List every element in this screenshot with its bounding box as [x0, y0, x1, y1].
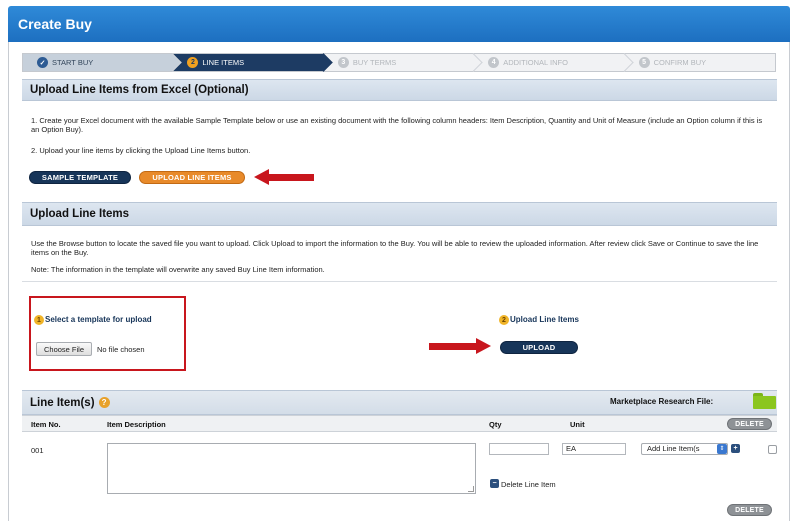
step-buy-terms[interactable]: 3 BUY TERMS — [323, 53, 483, 72]
help-icon[interactable]: ? — [98, 397, 110, 408]
choose-file-button[interactable]: Choose File — [36, 342, 92, 356]
item-number: 001 — [31, 446, 44, 455]
step-start-buy[interactable]: ✓ START BUY — [23, 53, 183, 72]
column-qty: Qty — [489, 420, 502, 429]
select-template-label: 1 Select a template for upload — [34, 315, 152, 325]
progress-steps: ✓ START BUY 2 LINE ITEMS 3 BUY TERMS 4 A… — [22, 53, 776, 72]
resize-grip-icon[interactable] — [468, 486, 474, 492]
unit-input[interactable]: EA — [562, 443, 626, 455]
instruction-1: 1. Create your Excel document with the a… — [31, 116, 763, 134]
select-template-highlight — [29, 296, 186, 371]
delete-button[interactable]: DELETE — [727, 418, 772, 430]
step-number-badge: 5 — [638, 57, 650, 68]
step-number-badge: 2 — [187, 57, 199, 68]
step-number-badge: 3 — [337, 57, 349, 68]
line-items-heading: Line Item(s) — [30, 396, 95, 409]
upload-button[interactable]: UPLOAD — [500, 341, 578, 354]
step-label: ADDITIONAL INFO — [503, 58, 568, 67]
step-label: LINE ITEMS — [202, 58, 245, 67]
red-arrow-icon — [429, 338, 491, 355]
column-item-description: Item Description — [107, 420, 166, 429]
delete-line-item-link[interactable]: Delete Line Item — [501, 480, 556, 489]
upload-note: Note: The information in the template wi… — [31, 265, 325, 274]
step-label: CONFIRM BUY — [653, 58, 707, 67]
row-checkbox[interactable] — [768, 445, 777, 454]
step-additional-info[interactable]: 4 ADDITIONAL INFO — [474, 53, 634, 72]
sample-template-button[interactable]: SAMPLE TEMPLATE — [29, 171, 131, 184]
step-label: START BUY — [52, 58, 94, 67]
instruction-2: 2. Upload your line items by clicking th… — [31, 146, 251, 155]
minus-icon[interactable]: − — [490, 479, 499, 488]
no-file-chosen-text: No file chosen — [97, 345, 145, 354]
folder-icon[interactable] — [753, 393, 776, 409]
step-confirm-buy[interactable]: 5 CONFIRM BUY — [624, 54, 776, 71]
step-number-badge: 2 — [499, 315, 509, 325]
window-titlebar: Create Buy — [8, 6, 790, 42]
plus-icon[interactable]: + — [731, 444, 740, 453]
column-item-no: Item No. — [31, 420, 61, 429]
item-description-textarea[interactable] — [107, 443, 476, 494]
add-line-item-select[interactable]: Add Line Item(s ⇕ — [641, 443, 728, 455]
spinner-icon: ⇕ — [717, 444, 727, 454]
divider — [22, 281, 777, 282]
line-items-table-header: Item No. Item Description Qty Unit — [22, 415, 777, 432]
upload-step-text: Upload Line Items — [510, 315, 579, 325]
upload-step-label: 2 Upload Line Items — [499, 315, 579, 325]
upload-line-items-heading: Upload Line Items — [22, 202, 777, 226]
marketplace-research-label: Marketplace Research File: — [610, 397, 714, 406]
step-number-badge: 1 — [34, 315, 44, 325]
step-line-items[interactable]: 2 LINE ITEMS — [173, 53, 333, 72]
step-label: BUY TERMS — [352, 58, 397, 67]
select-template-text: Select a template for upload — [45, 315, 152, 325]
upload-description: Use the Browse button to locate the save… — [31, 239, 759, 257]
upload-excel-heading: Upload Line Items from Excel (Optional) — [22, 79, 777, 101]
delete-button-bottom[interactable]: DELETE — [727, 504, 772, 516]
column-unit: Unit — [570, 420, 585, 429]
step-number-badge: 4 — [488, 57, 500, 68]
check-icon: ✓ — [37, 57, 48, 68]
red-arrow-icon — [254, 169, 314, 186]
qty-input[interactable] — [489, 443, 549, 455]
upload-line-items-button[interactable]: UPLOAD LINE ITEMS — [139, 171, 245, 184]
select-value: Add Line Item(s — [647, 444, 700, 453]
window-title: Create Buy — [18, 16, 92, 32]
